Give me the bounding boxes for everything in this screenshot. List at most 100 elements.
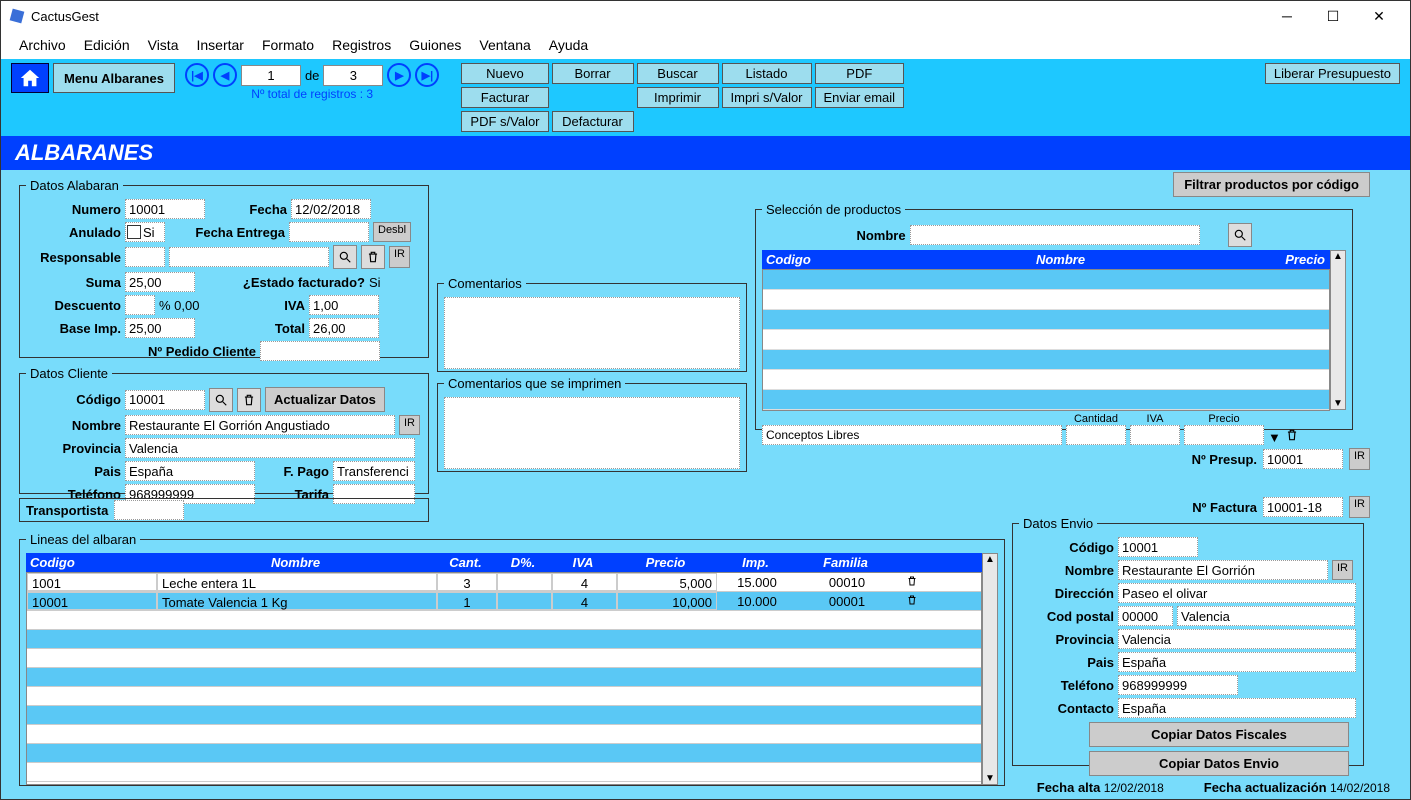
env-provincia-field[interactable]: Valencia bbox=[1118, 629, 1356, 649]
trash-icon[interactable] bbox=[906, 575, 918, 587]
impri-svalor-button[interactable]: Impri s/Valor bbox=[722, 87, 812, 108]
nuevo-button[interactable]: Nuevo bbox=[461, 63, 548, 84]
table-row[interactable] bbox=[27, 763, 981, 782]
cli-fpago-field[interactable]: Transferenci bbox=[333, 461, 415, 481]
menu-edicion[interactable]: Edición bbox=[76, 35, 138, 55]
table-row[interactable] bbox=[27, 649, 981, 668]
transportista-field[interactable] bbox=[114, 500, 184, 520]
table-row[interactable] bbox=[27, 668, 981, 687]
env-cp-city-field[interactable]: Valencia bbox=[1177, 606, 1355, 626]
comentarios-textarea[interactable] bbox=[444, 297, 740, 369]
prod-row-empty[interactable] bbox=[763, 350, 1329, 370]
fecha-field[interactable]: 12/02/2018 bbox=[291, 199, 371, 219]
presup-ir-button[interactable]: IR bbox=[1349, 448, 1370, 470]
env-telefono-field[interactable]: 968999999 bbox=[1118, 675, 1238, 695]
env-codigo-field[interactable]: 10001 bbox=[1118, 537, 1198, 557]
menu-insertar[interactable]: Insertar bbox=[188, 35, 251, 55]
presup-field[interactable]: 10001 bbox=[1263, 449, 1343, 469]
prod-row-empty[interactable] bbox=[763, 370, 1329, 390]
trash-icon-button[interactable] bbox=[1285, 428, 1299, 445]
prod-search-button[interactable] bbox=[1228, 223, 1252, 247]
home-button[interactable] bbox=[11, 63, 49, 93]
comentarios-impr-textarea[interactable] bbox=[444, 397, 740, 469]
cli-codigo-field[interactable]: 10001 bbox=[125, 390, 205, 410]
nav-first-button[interactable]: |◀ bbox=[185, 63, 209, 87]
prod-row-empty[interactable] bbox=[763, 290, 1329, 310]
cli-nombre-field[interactable]: Restaurante El Gorrión Angustiado bbox=[125, 415, 395, 435]
record-current-input[interactable]: 1 bbox=[241, 65, 301, 86]
env-nombre-field[interactable]: Restaurante El Gorrión bbox=[1118, 560, 1328, 580]
borrar-button[interactable]: Borrar bbox=[552, 63, 634, 84]
prod-row-empty[interactable] bbox=[763, 270, 1329, 290]
prod-row-empty[interactable] bbox=[763, 330, 1329, 350]
anulado-checkbox-wrap[interactable]: Si bbox=[125, 222, 165, 242]
menu-albaranes-button[interactable]: Menu Albaranes bbox=[53, 63, 175, 93]
cli-provincia-field[interactable]: Valencia bbox=[125, 438, 415, 458]
menu-registros[interactable]: Registros bbox=[324, 35, 399, 55]
table-row[interactable] bbox=[27, 725, 981, 744]
menu-formato[interactable]: Formato bbox=[254, 35, 322, 55]
cli-pais-field[interactable]: España bbox=[125, 461, 255, 481]
menu-vista[interactable]: Vista bbox=[140, 35, 187, 55]
responsable-search-button[interactable] bbox=[333, 245, 357, 269]
numero-field[interactable]: 10001 bbox=[125, 199, 205, 219]
responsable-delete-button[interactable] bbox=[361, 245, 385, 269]
scroll-down-icon[interactable]: ▼ bbox=[985, 773, 995, 784]
cli-search-button[interactable] bbox=[209, 388, 233, 412]
maximize-button[interactable]: ☐ bbox=[1310, 1, 1356, 31]
lineas-scrollbar[interactable]: ▲▼ bbox=[982, 553, 998, 785]
env-direccion-field[interactable]: Paseo el olivar bbox=[1118, 583, 1356, 603]
menu-guiones[interactable]: Guiones bbox=[401, 35, 469, 55]
table-row[interactable] bbox=[27, 687, 981, 706]
pdf-button[interactable]: PDF bbox=[815, 63, 905, 84]
pdf-svalor-button[interactable]: PDF s/Valor bbox=[461, 111, 548, 132]
responsable-ir-button[interactable]: IR bbox=[389, 246, 410, 268]
actualizar-datos-button[interactable]: Actualizar Datos bbox=[265, 387, 385, 412]
factura-ir-button[interactable]: IR bbox=[1349, 496, 1370, 518]
responsable-name-field[interactable] bbox=[169, 247, 329, 267]
env-cp-field[interactable]: 00000 bbox=[1118, 606, 1173, 626]
scroll-down-icon[interactable]: ▼ bbox=[1333, 398, 1343, 409]
table-row[interactable] bbox=[27, 706, 981, 725]
conceptos-libres-field[interactable]: Conceptos Libres bbox=[762, 425, 1062, 445]
nav-last-button[interactable]: ▶| bbox=[415, 63, 439, 87]
trash-icon[interactable] bbox=[906, 594, 918, 606]
fecha-entrega-field[interactable] bbox=[289, 222, 369, 242]
liberar-presupuesto-button[interactable]: Liberar Presupuesto bbox=[1265, 63, 1400, 84]
copiar-fiscales-button[interactable]: Copiar Datos Fiscales bbox=[1089, 722, 1349, 747]
descuento-field[interactable] bbox=[125, 295, 155, 315]
factura-field[interactable]: 10001-18 bbox=[1263, 497, 1343, 517]
nav-next-button[interactable]: ▶ bbox=[387, 63, 411, 87]
menu-archivo[interactable]: Archivo bbox=[11, 35, 74, 55]
prod-row-empty[interactable] bbox=[763, 390, 1329, 410]
desbl-button[interactable]: Desbl bbox=[373, 222, 411, 242]
responsable-code-field[interactable] bbox=[125, 247, 165, 267]
table-row[interactable] bbox=[27, 630, 981, 649]
cantidad-field[interactable] bbox=[1066, 425, 1126, 445]
defacturar-button[interactable]: Defacturar bbox=[552, 111, 634, 132]
table-row[interactable]: 10001Tomate Valencia 1 Kg1410,00010.0000… bbox=[27, 592, 981, 611]
nav-prev-button[interactable]: ◀ bbox=[213, 63, 237, 87]
minimize-button[interactable]: ─ bbox=[1264, 1, 1310, 31]
cli-delete-button[interactable] bbox=[237, 388, 261, 412]
iva-field[interactable] bbox=[1130, 425, 1180, 445]
env-ir-button[interactable]: IR bbox=[1332, 560, 1353, 580]
table-row[interactable] bbox=[27, 744, 981, 763]
scroll-up-icon[interactable]: ▲ bbox=[985, 554, 995, 565]
env-contacto-field[interactable]: España bbox=[1118, 698, 1356, 718]
prod-scrollbar[interactable]: ▲▼ bbox=[1330, 250, 1346, 410]
table-row[interactable] bbox=[27, 611, 981, 630]
precio-field[interactable] bbox=[1184, 425, 1264, 445]
copiar-envio-button[interactable]: Copiar Datos Envio bbox=[1089, 751, 1349, 776]
env-pais-field[interactable]: España bbox=[1118, 652, 1356, 672]
listado-button[interactable]: Listado bbox=[722, 63, 812, 84]
facturar-button[interactable]: Facturar bbox=[461, 87, 548, 108]
scroll-up-icon[interactable]: ▲ bbox=[1333, 251, 1343, 262]
anulado-checkbox[interactable] bbox=[127, 225, 141, 239]
imprimir-button[interactable]: Imprimir bbox=[637, 87, 719, 108]
filter-products-button[interactable]: Filtrar productos por código bbox=[1173, 172, 1370, 197]
prod-nombre-input[interactable] bbox=[910, 225, 1200, 245]
table-row[interactable]: 1001Leche entera 1L345,00015.00000010 bbox=[27, 573, 981, 592]
prod-row-empty[interactable] bbox=[763, 310, 1329, 330]
menu-ventana[interactable]: Ventana bbox=[471, 35, 538, 55]
